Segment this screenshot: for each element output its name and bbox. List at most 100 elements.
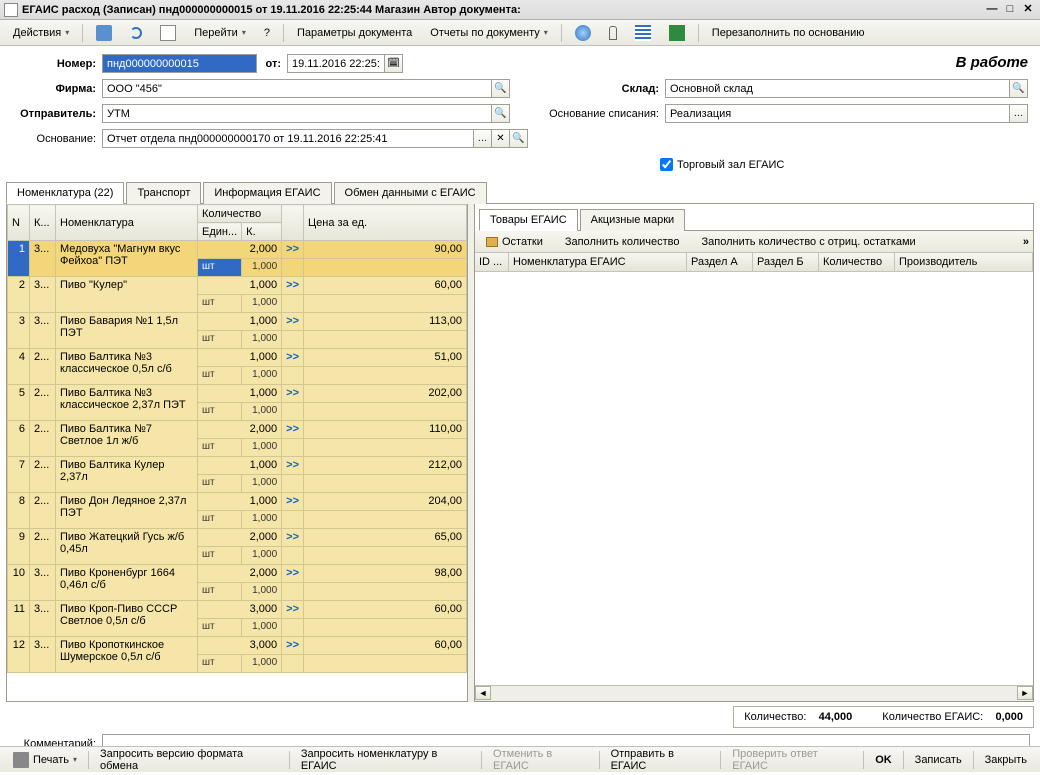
lines-icon-button[interactable] [628, 22, 658, 44]
actions-menu[interactable]: Действия [6, 24, 76, 42]
col-producer[interactable]: Производитель [895, 253, 1033, 271]
col-unit[interactable]: Един... [198, 223, 242, 241]
scroll-left-button[interactable]: ◄ [475, 686, 491, 700]
basis-wo-input[interactable] [665, 104, 1010, 123]
col-section-b[interactable]: Раздел Б [753, 253, 819, 271]
table-row[interactable]: 13...Медовуха "Магнум вкус Фейхоа" ПЭТ2,… [8, 241, 467, 259]
table-row[interactable]: 113...Пиво Кроп-Пиво СССР Светлое 0,5л с… [8, 601, 467, 619]
warehouse-lookup-button[interactable]: 🔍 [1010, 79, 1028, 98]
tab-excise-marks[interactable]: Акцизные марки [580, 209, 686, 231]
qty-value: 44,000 [819, 711, 853, 723]
col-k[interactable]: К... [30, 205, 56, 241]
basis-input[interactable] [102, 129, 474, 148]
save-button[interactable]: Записать [908, 751, 969, 769]
table-row[interactable]: 72...Пиво Балтика Кулер 2,37л1,000>>212,… [8, 457, 467, 475]
params-button[interactable]: Параметры документа [290, 24, 419, 42]
scroll-right-button[interactable]: ► [1017, 686, 1033, 700]
date-input[interactable] [287, 54, 385, 73]
col-arrow [282, 205, 304, 241]
tab-transport[interactable]: Транспорт [126, 182, 201, 204]
col-n[interactable]: N [8, 205, 30, 241]
nomenclature-table[interactable]: N К... Номенклатура Количество Цена за е… [7, 204, 467, 673]
check-egais-button[interactable]: Проверить ответ ЕГАИС [725, 745, 859, 775]
table-row[interactable]: 123...Пиво Кропоткинское Шумерское 0,5л … [8, 637, 467, 655]
date-picker-button[interactable]: 🗓 [385, 54, 403, 73]
firm-lookup-button[interactable]: 🔍 [492, 79, 510, 98]
close-doc-button[interactable]: Закрыть [978, 751, 1034, 769]
table-row[interactable]: 103...Пиво Кроненбург 1664 0,46л с/б2,00… [8, 565, 467, 583]
tab-goods-egais[interactable]: Товары ЕГАИС [479, 209, 578, 231]
clip-icon-button[interactable] [602, 23, 624, 43]
col-section-a[interactable]: Раздел А [687, 253, 753, 271]
sender-label: Отправитель: [10, 108, 102, 120]
sender-input[interactable] [102, 104, 492, 123]
copy-icon [160, 25, 176, 41]
send-egais-button[interactable]: Отправить в ЕГАИС [604, 745, 717, 775]
goto-menu[interactable]: Перейти [187, 24, 253, 42]
sender-lookup-button[interactable]: 🔍 [492, 104, 510, 123]
col-quantity[interactable]: Количество [198, 205, 282, 223]
col-qty-egais[interactable]: Количество [819, 253, 895, 271]
firm-input[interactable] [102, 79, 492, 98]
request-version-button[interactable]: Запросить версию формата обмена [93, 745, 285, 775]
print-menu[interactable]: Печать [6, 749, 84, 771]
col-nom-egais[interactable]: Номенклатура ЕГАИС [509, 253, 687, 271]
refresh-icon-button[interactable] [123, 24, 149, 42]
window-title: ЕГАИС расход (Записан) пнд000000000015 о… [22, 4, 984, 16]
right-toolbar: Остатки Заполнить количество Заполнить к… [475, 231, 1033, 253]
refill-button[interactable]: Перезаполнить по основанию [705, 24, 872, 42]
table-row[interactable]: 33...Пиво Бавария №1 1,5л ПЭТ1,000>>113,… [8, 313, 467, 331]
number-input[interactable] [102, 54, 257, 73]
tab-info-egais[interactable]: Информация ЕГАИС [203, 182, 331, 204]
excel-icon-button[interactable] [662, 22, 692, 44]
col-k2[interactable]: К. [242, 223, 282, 241]
reports-menu[interactable]: Отчеты по документу [423, 24, 555, 42]
right-hscroll[interactable]: ◄ ► [475, 685, 1033, 701]
fill-qty-button[interactable]: Заполнить количество [558, 233, 687, 251]
table-row[interactable]: 62...Пиво Балтика №7 Светлое 1л ж/б2,000… [8, 421, 467, 439]
right-grid-body[interactable] [475, 272, 1033, 685]
close-button[interactable]: ✕ [1020, 3, 1036, 17]
help-icon-button[interactable]: ? [257, 24, 277, 42]
basis-wo-label: Основание списания: [510, 108, 665, 120]
rest-button[interactable]: Остатки [479, 233, 550, 251]
tab-nomenclature[interactable]: Номенклатура (22) [6, 182, 124, 204]
save-icon-button[interactable] [89, 22, 119, 44]
table-row[interactable]: 52...Пиво Балтика №3 классическое 2,37л … [8, 385, 467, 403]
globe-icon-button[interactable] [568, 22, 598, 44]
right-pane: Товары ЕГАИС Акцизные марки Остатки Запо… [474, 204, 1034, 702]
header-form: В работе Номер: от: 🗓 Фирма: 🔍 Склад: 🔍 … [0, 46, 1040, 181]
warehouse-input[interactable] [665, 79, 1010, 98]
bottom-toolbar: Печать Запросить версию формата обмена З… [0, 746, 1040, 772]
tab-exchange[interactable]: Обмен данными с ЕГАИС [334, 182, 487, 204]
cancel-egais-button[interactable]: Отменить в ЕГАИС [486, 745, 595, 775]
col-nomenclature[interactable]: Номенклатура [56, 205, 198, 241]
col-id[interactable]: ID ... [475, 253, 509, 271]
table-row[interactable]: 42...Пиво Балтика №3 классическое 0,5л с… [8, 349, 467, 367]
eqty-value: 0,000 [995, 711, 1023, 723]
basis-lookup-button[interactable]: 🔍 [510, 129, 528, 148]
request-nomenclature-button[interactable]: Запросить номенклатуру в ЕГАИС [294, 745, 477, 775]
main-tabs: Номенклатура (22) Транспорт Информация Е… [6, 181, 1034, 204]
minimize-button[interactable]: — [984, 3, 1000, 17]
table-row[interactable]: 23...Пиво "Кулер"1,000>>60,00 [8, 277, 467, 295]
fill-qty-neg-button[interactable]: Заполнить количество с отриц. остатками [695, 233, 923, 251]
from-label: от: [257, 58, 287, 70]
ok-button[interactable]: OK [868, 751, 899, 769]
table-row[interactable]: 92...Пиво Жатецкий Гусь ж/б 0,45л2,000>>… [8, 529, 467, 547]
basis-clear-button[interactable]: ✕ [492, 129, 510, 148]
basis-select-button[interactable]: … [474, 129, 492, 148]
copy-icon-button[interactable] [153, 22, 183, 44]
table-row[interactable]: 82...Пиво Дон Ледяное 2,37л ПЭТ1,000>>20… [8, 493, 467, 511]
maximize-button[interactable]: □ [1002, 3, 1018, 17]
hall-label: Торговый зал ЕГАИС [677, 159, 784, 171]
basis-wo-select-button[interactable]: … [1010, 104, 1028, 123]
more-button[interactable]: » [1023, 236, 1029, 248]
totals-row: Количество: 44,000 Количество ЕГАИС: 0,0… [6, 706, 1034, 728]
doc-icon [4, 3, 18, 17]
left-pane: N К... Номенклатура Количество Цена за е… [6, 204, 468, 702]
lines-icon [635, 25, 651, 41]
col-price[interactable]: Цена за ед. [304, 205, 467, 241]
hall-checkbox[interactable] [660, 158, 673, 171]
print-icon [13, 752, 29, 768]
